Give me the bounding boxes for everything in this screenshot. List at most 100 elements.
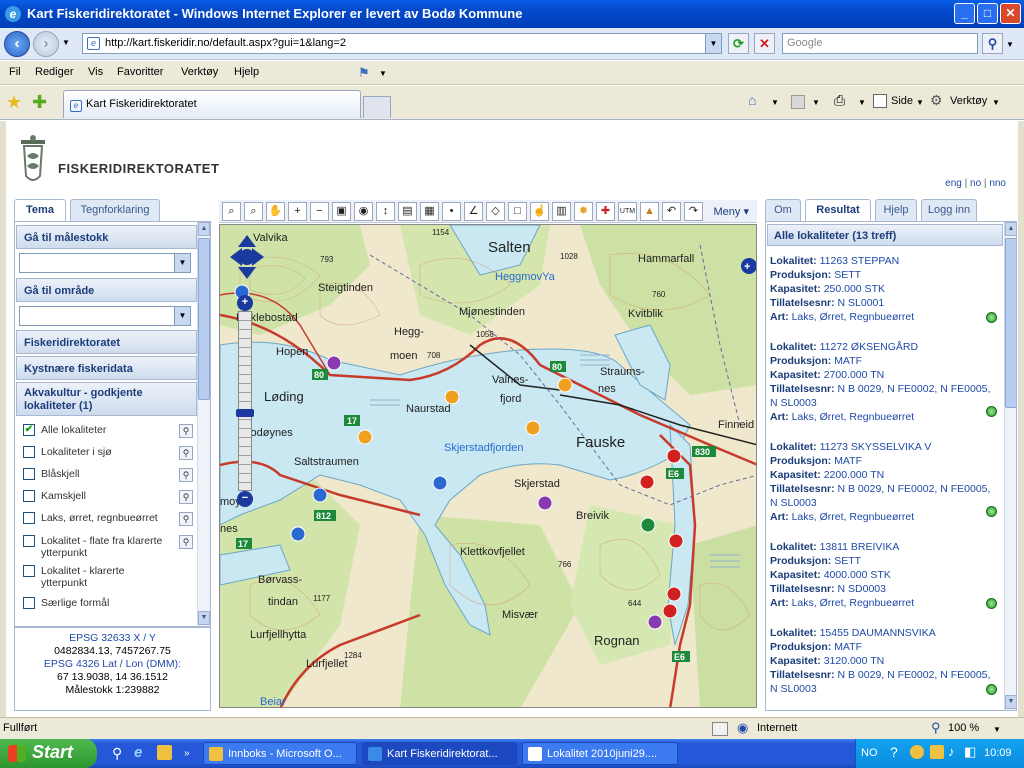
tab-tema[interactable]: Tema [14,199,66,222]
menu-vis[interactable]: Vis [88,66,103,78]
lang-no[interactable]: no [970,178,981,189]
search-options-icon[interactable]: ▼ [1006,40,1014,49]
start-button[interactable]: Start [0,739,97,768]
zoom-icon[interactable]: ⚲ [179,535,193,549]
redo-icon[interactable]: ↷ [684,202,703,221]
side-menu[interactable]: Side [891,95,913,107]
zoom-in-icon[interactable]: + [288,202,307,221]
section-akvakultur[interactable]: Akvakultur - godkjente lokaliteter (1) [16,382,197,416]
right-scrollbar[interactable]: ▲ ▼ [1004,222,1016,710]
map-canvas[interactable]: 80 80 17 830 E6 812 17 E6 + Valvika 793 … [220,225,757,708]
select-icon[interactable]: ☝ [530,202,549,221]
menu-verktoy[interactable]: Verktøy [181,66,218,78]
scale-icon[interactable]: ◉ [354,202,373,221]
locate-icon[interactable] [986,312,997,323]
side-dropdown-icon[interactable]: ▼ [916,98,924,107]
scroll-up-icon[interactable]: ▲ [198,222,210,236]
refresh-map-icon[interactable]: ↕ [376,202,395,221]
print-map-icon[interactable]: ▦ [420,202,439,221]
rectangle-icon[interactable]: □ [508,202,527,221]
maximize-button[interactable]: □ [977,3,998,24]
ie-quicklaunch-icon[interactable]: e [134,744,142,761]
polygon-icon[interactable]: ◇ [486,202,505,221]
task-kart[interactable]: Kart Fiskeridirektorat... [362,742,517,765]
scroll-down-icon[interactable]: ▼ [1005,695,1016,709]
refresh-button[interactable]: ⟳ [728,33,749,54]
tab-om[interactable]: Om [765,199,801,221]
locate-icon[interactable] [986,684,997,695]
checkbox-blaskjell[interactable] [23,468,35,480]
full-extent-icon[interactable]: ▣ [332,202,351,221]
pan-hand-icon[interactable]: ✋ [266,202,285,221]
binoculars-area-icon[interactable]: ⌕ [244,202,263,221]
profile-icon[interactable]: ▤ [398,202,417,221]
url-dropdown-icon[interactable]: ▼ [705,34,721,53]
menu-fil[interactable]: Fil [9,66,21,78]
landscape-icon[interactable]: ▲ [640,202,659,221]
volume-icon[interactable]: ♪ [948,744,955,759]
zoom-icon[interactable]: ⚲ [179,490,193,504]
tab-hjelp[interactable]: Hjelp [875,199,917,221]
task-innboks[interactable]: Innboks - Microsoft O... [203,742,357,765]
network-icon[interactable]: ◧ [964,744,976,760]
map-menu[interactable]: Meny ▾ [714,205,749,218]
menu-hjelp[interactable]: Hjelp [234,66,259,78]
section-omrade[interactable]: Gå til område [16,278,197,302]
live-dropdown-icon[interactable]: ▼ [379,69,387,78]
sun-icon[interactable]: ✹ [574,202,593,221]
tab-logg-inn[interactable]: Logg inn [921,199,977,221]
undo-icon[interactable]: ↶ [662,202,681,221]
rss-dropdown-icon[interactable]: ▼ [812,98,820,107]
print-dropdown-icon[interactable]: ▼ [858,98,866,107]
add-favorite-icon[interactable]: ✚ [32,92,47,113]
section-fiskeridirektoratet[interactable]: Fiskeridirektoratet [16,330,197,354]
zoom-minus-button[interactable]: − [237,491,253,507]
close-button[interactable]: ✕ [1000,3,1021,24]
tab-tegnforklaring[interactable]: Tegnforklaring [70,199,160,221]
section-kystnaere[interactable]: Kystnære fiskeridata [16,356,197,380]
home-icon[interactable]: ⌂ [748,92,756,108]
checkbox-laks[interactable] [23,512,35,524]
scroll-down-icon[interactable]: ▼ [198,611,210,625]
back-button[interactable]: ‹ [4,31,30,57]
lang-nno[interactable]: nno [989,178,1006,189]
tray-outlook-icon[interactable] [930,745,944,759]
zoom-level[interactable]: 100 % [948,722,979,734]
zoom-out-icon[interactable]: − [310,202,329,221]
scroll-up-icon[interactable]: ▲ [1005,222,1016,236]
minimize-button[interactable]: _ [954,3,975,24]
rss-feed-icon[interactable] [791,95,805,109]
new-tab-button[interactable] [363,96,391,118]
locate-icon[interactable] [986,506,997,517]
zoom-slider-thumb[interactable] [236,409,254,417]
result-entry[interactable]: Lokalitet: 13811 BREIVIKA Produksjon: SE… [770,540,992,610]
home-dropdown-icon[interactable]: ▼ [771,98,779,107]
checkbox-kamskjell[interactable] [23,490,35,502]
lang-eng[interactable]: eng [945,178,962,189]
zoom-icon[interactable]: ⚲ [179,424,193,438]
task-lokalitet[interactable]: Lokalitet 2010juni29.... [522,742,678,765]
stop-button[interactable]: ✕ [754,33,775,54]
checkbox-flate[interactable] [23,535,35,547]
print-icon[interactable]: ⎙ [834,92,845,109]
outlook-quicklaunch-icon[interactable] [157,745,172,760]
url-field[interactable]: e http://kart.fiskeridir.no/default.aspx… [82,33,722,54]
zoom-icon[interactable]: ⚲ [179,446,193,460]
section-malestokk[interactable]: Gå til målestokk [16,225,197,249]
tray-app-icon[interactable] [910,745,924,759]
result-entry[interactable]: Lokalitet: 11272 ØKSENGÅRD Produksjon: M… [770,340,992,424]
scroll-thumb[interactable] [198,238,210,400]
menu-favoritter[interactable]: Favoritter [117,66,163,78]
binoculars-icon[interactable]: ⌕ [222,202,241,221]
browser-tab[interactable]: e Kart Fiskeridirektoratet [63,90,361,118]
checkbox-alle[interactable]: ✔ [23,424,35,436]
map-view[interactable]: 80 80 17 830 E6 812 17 E6 + Valvika 793 … [219,224,757,708]
result-entry[interactable]: Lokalitet: 11273 SKYSSELVIKA V Produksjo… [770,440,992,524]
checkbox-ytterpunkt[interactable] [23,565,35,577]
pan-control[interactable] [230,235,264,279]
help-icon[interactable]: ? [890,744,898,760]
result-entry[interactable]: Lokalitet: 15455 DAUMANNSVIKA Produksjon… [770,626,992,696]
language-indicator[interactable]: NO [861,747,878,759]
locate-icon[interactable] [986,598,997,609]
verktoy-menu[interactable]: Verktøy [950,95,987,107]
